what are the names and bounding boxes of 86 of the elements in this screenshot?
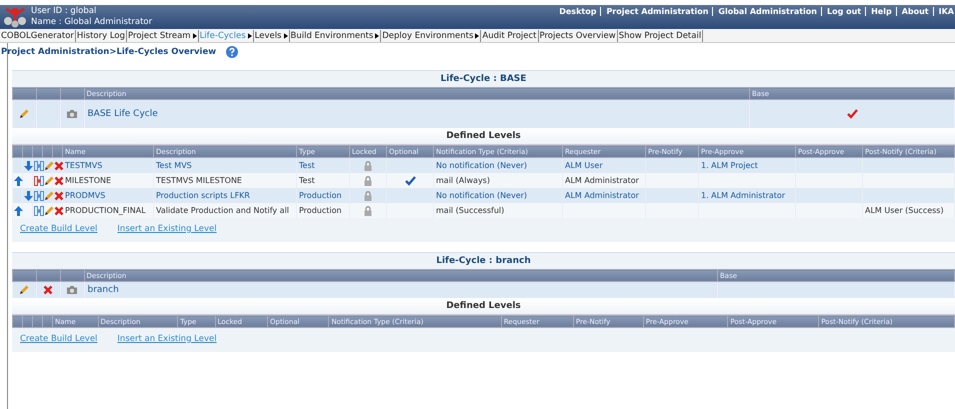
column-header <box>22 316 32 328</box>
pencil-icon[interactable] <box>44 190 54 200</box>
section-subtitle: Defined Levels <box>12 128 955 145</box>
delete-icon[interactable] <box>54 160 64 170</box>
pencil-icon[interactable] <box>44 176 54 186</box>
column-header <box>22 146 32 158</box>
life-cycle-link[interactable]: BASE Life Cycle <box>88 109 158 119</box>
column-header <box>60 88 84 100</box>
table-cell: mail (Always) <box>434 173 562 188</box>
column-header <box>42 146 52 158</box>
table-cell: 1. ALM Administrator <box>698 188 796 203</box>
table-cell: No notification (Never) <box>434 188 562 203</box>
table-cell: mail (Successful) <box>434 203 562 218</box>
up-arrow-icon[interactable] <box>14 176 22 186</box>
action-link[interactable]: Create Build Level <box>20 334 98 344</box>
delete-icon[interactable] <box>54 176 64 186</box>
menu-tab[interactable]: Life-Cycles <box>198 30 254 42</box>
header-link[interactable]: Help <box>871 7 892 16</box>
table-cell: TESTMVS MILESTONE <box>154 173 296 188</box>
table-cell: PRODUCTION_FINAL <box>62 203 154 218</box>
column-header <box>42 316 52 328</box>
up-arrow-icon[interactable] <box>14 206 22 216</box>
life-cycle-link[interactable]: branch <box>88 285 119 295</box>
header-link[interactable]: About <box>902 7 929 16</box>
column-header <box>36 270 60 282</box>
table-cell: ALM Administrator <box>562 173 646 188</box>
help-icon[interactable] <box>226 46 238 58</box>
user-name: Name : Global Administrator <box>31 17 152 28</box>
table-cell: Production scripts LFKR <box>154 188 296 203</box>
table-cell: Production <box>296 188 350 203</box>
menu-tab[interactable]: COBOLGenerator <box>0 30 76 42</box>
menu-tab[interactable]: Levels <box>254 30 290 42</box>
column-header <box>12 270 36 282</box>
column-header <box>32 146 42 158</box>
header-link[interactable]: Log out <box>826 7 862 16</box>
user-id: User ID : global <box>31 6 98 17</box>
camera-icon[interactable] <box>67 110 77 118</box>
camera-icon[interactable] <box>67 286 77 294</box>
header-link[interactable]: Global Administration <box>718 7 817 16</box>
down-arrow-icon[interactable] <box>24 190 33 200</box>
menu-tab[interactable]: Deploy Environments <box>381 30 482 42</box>
menu-tab[interactable]: History Log <box>76 30 128 42</box>
down-arrow-icon[interactable] <box>24 160 33 170</box>
table-cell: ALM User <box>562 158 646 173</box>
table-cell: No notification (Never) <box>434 158 562 173</box>
section-title: Life-Cycle : branch <box>435 255 532 268</box>
column-header <box>52 146 62 158</box>
section-subtitle: Defined Levels <box>12 298 955 315</box>
table-cell: Test <box>296 173 350 188</box>
column-header <box>36 88 60 100</box>
table-cell: Test <box>296 158 350 173</box>
table-cell: 1. ALM Project <box>698 158 796 173</box>
pencil-icon[interactable] <box>44 206 54 216</box>
action-link[interactable]: Insert an Existing Level <box>117 334 217 344</box>
action-link[interactable]: Create Build Level <box>20 224 98 234</box>
table-cell: PRODMVS <box>62 188 154 203</box>
delete-icon[interactable] <box>54 190 64 200</box>
delete-icon[interactable] <box>54 206 64 216</box>
menu-tab[interactable]: Projects Overview <box>538 30 618 42</box>
header-link[interactable]: Project Administration <box>606 7 708 16</box>
pencil-icon[interactable] <box>19 284 29 295</box>
menu-tab[interactable]: Project Stream <box>127 30 199 42</box>
breadcrumb: Project Administration>Life-Cycles Overview <box>1 47 216 57</box>
pencil-icon[interactable] <box>19 108 29 119</box>
action-link[interactable]: Insert an Existing Level <box>117 224 217 234</box>
menu-tab[interactable]: Build Environments <box>290 30 382 42</box>
header-link[interactable]: Desktop <box>559 7 596 16</box>
table-cell: Validate Production and Notify all <box>154 203 296 218</box>
section-title: Life-Cycle : BASE <box>440 73 528 86</box>
column-header <box>12 316 22 328</box>
table-cell: ALM Administrator <box>562 188 646 203</box>
table-cell: TESTMVS <box>62 158 154 173</box>
column-header <box>12 146 22 158</box>
menu-tab[interactable]: Show Project Detail <box>618 30 704 42</box>
split-icon[interactable] <box>34 176 44 186</box>
pencil-icon[interactable] <box>44 160 54 170</box>
header-link[interactable]: IKA <box>938 7 954 16</box>
column-header <box>32 316 42 328</box>
menu-tab[interactable]: Audit Project <box>481 30 538 42</box>
column-header <box>60 270 84 282</box>
column-header <box>12 88 36 100</box>
table-cell: Production <box>296 203 350 218</box>
table-cell: Test MVS <box>154 158 296 173</box>
table-cell: MILESTONE <box>62 173 154 188</box>
table-cell: ALM User (Success) <box>862 203 954 218</box>
delete-icon[interactable] <box>43 284 53 295</box>
